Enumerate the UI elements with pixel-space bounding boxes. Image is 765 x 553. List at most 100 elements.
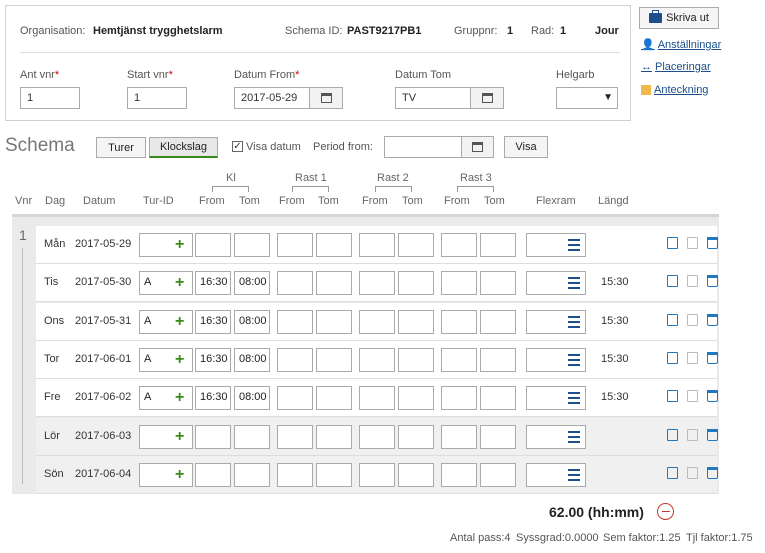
- tur-id-input[interactable]: A: [139, 309, 193, 334]
- rast3-tom-input[interactable]: [480, 462, 516, 487]
- copy-icon[interactable]: [667, 351, 678, 364]
- copy-icon[interactable]: [667, 275, 678, 288]
- plus-icon[interactable]: +: [175, 428, 184, 445]
- rast1-tom-input[interactable]: [316, 462, 352, 487]
- rast2-tom-input[interactable]: [398, 271, 434, 296]
- plus-icon[interactable]: +: [175, 275, 184, 291]
- rast2-from-input[interactable]: [359, 424, 395, 449]
- kl-from-input[interactable]: [195, 233, 231, 257]
- rast1-from-input[interactable]: [277, 462, 313, 487]
- rast2-from-input[interactable]: [359, 386, 395, 411]
- start-vnr-input[interactable]: 1: [127, 87, 187, 109]
- menu-icon[interactable]: [568, 430, 580, 443]
- datum-tom-calendar-button[interactable]: [470, 87, 504, 109]
- rast2-from-input[interactable]: [359, 347, 395, 372]
- menu-icon[interactable]: [568, 353, 580, 366]
- trash-icon[interactable]: [707, 428, 718, 441]
- plus-icon[interactable]: +: [175, 390, 184, 406]
- print-button[interactable]: Skriva ut: [639, 7, 719, 29]
- rast1-from-input[interactable]: [277, 271, 313, 296]
- rast1-tom-input[interactable]: [316, 424, 352, 449]
- rast3-from-input[interactable]: [441, 233, 477, 257]
- rast2-tom-input[interactable]: [398, 309, 434, 334]
- trash-icon[interactable]: [707, 351, 718, 364]
- paste-icon[interactable]: [687, 466, 698, 479]
- plus-icon[interactable]: +: [175, 466, 184, 483]
- rast3-tom-input[interactable]: [480, 424, 516, 449]
- rast2-from-input[interactable]: [359, 271, 395, 296]
- period-from-calendar-button[interactable]: [461, 136, 494, 158]
- turer-button[interactable]: Turer: [96, 137, 146, 158]
- datum-from-calendar-button[interactable]: [309, 87, 343, 109]
- rast3-tom-input[interactable]: [480, 233, 516, 257]
- paste-icon[interactable]: [687, 428, 698, 441]
- trash-icon[interactable]: [707, 275, 718, 288]
- visa-button[interactable]: Visa: [504, 136, 548, 158]
- visa-datum-checkbox[interactable]: ✓: [232, 141, 243, 152]
- paste-icon[interactable]: [687, 237, 698, 249]
- rast1-from-input[interactable]: [277, 386, 313, 411]
- placeringar-link[interactable]: ↔ Placeringar: [641, 61, 711, 73]
- rast2-tom-input[interactable]: [398, 233, 434, 257]
- tur-id-input[interactable]: [139, 424, 193, 449]
- tur-id-input[interactable]: A: [139, 347, 193, 372]
- anstallningar-link[interactable]: 👤 Anställningar: [641, 38, 721, 52]
- paste-icon[interactable]: [687, 351, 698, 364]
- trash-icon[interactable]: [707, 313, 718, 326]
- rast3-from-input[interactable]: [441, 462, 477, 487]
- rast3-from-input[interactable]: [441, 386, 477, 411]
- kl-from-input[interactable]: 16:30: [195, 309, 231, 334]
- klockslag-button[interactable]: Klockslag: [149, 137, 218, 158]
- rast3-tom-input[interactable]: [480, 347, 516, 372]
- kl-tom-input[interactable]: [234, 233, 270, 257]
- rast1-tom-input[interactable]: [316, 271, 352, 296]
- copy-icon[interactable]: [667, 237, 678, 249]
- datum-from-input[interactable]: 2017-05-29: [234, 87, 310, 109]
- rast2-tom-input[interactable]: [398, 424, 434, 449]
- ant-vnr-input[interactable]: 1: [20, 87, 80, 109]
- menu-icon[interactable]: [568, 392, 580, 405]
- plus-icon[interactable]: +: [175, 313, 184, 330]
- plus-icon[interactable]: +: [175, 351, 184, 368]
- kl-tom-input[interactable]: 08:00: [234, 309, 270, 334]
- kl-from-input[interactable]: 16:30: [195, 386, 231, 411]
- rast1-tom-input[interactable]: [316, 309, 352, 334]
- kl-tom-input[interactable]: 08:00: [234, 386, 270, 411]
- minus-circle-icon[interactable]: [657, 503, 674, 520]
- menu-icon[interactable]: [568, 239, 580, 251]
- rast3-from-input[interactable]: [441, 347, 477, 372]
- rast1-tom-input[interactable]: [316, 233, 352, 257]
- kl-from-input[interactable]: [195, 462, 231, 487]
- rast2-tom-input[interactable]: [398, 462, 434, 487]
- copy-icon[interactable]: [667, 428, 678, 441]
- tur-id-input[interactable]: [139, 233, 193, 257]
- tur-id-input[interactable]: A: [139, 271, 193, 296]
- rast3-from-input[interactable]: [441, 309, 477, 334]
- rast2-from-input[interactable]: [359, 462, 395, 487]
- rast1-from-input[interactable]: [277, 233, 313, 257]
- tur-id-input[interactable]: [139, 462, 193, 487]
- rast3-tom-input[interactable]: [480, 386, 516, 411]
- paste-icon[interactable]: [687, 313, 698, 326]
- rast3-tom-input[interactable]: [480, 309, 516, 334]
- datum-tom-input[interactable]: TV: [395, 87, 471, 109]
- menu-icon[interactable]: [568, 315, 580, 328]
- rast1-tom-input[interactable]: [316, 347, 352, 372]
- kl-tom-input[interactable]: 08:00: [234, 347, 270, 372]
- kl-from-input[interactable]: [195, 424, 231, 449]
- rast3-from-input[interactable]: [441, 424, 477, 449]
- paste-icon[interactable]: [687, 390, 698, 403]
- anteckning-link[interactable]: Anteckning: [641, 84, 708, 96]
- rast2-tom-input[interactable]: [398, 347, 434, 372]
- rast1-from-input[interactable]: [277, 309, 313, 334]
- rast1-from-input[interactable]: [277, 424, 313, 449]
- copy-icon[interactable]: [667, 466, 678, 479]
- rast2-from-input[interactable]: [359, 233, 395, 257]
- period-from-input[interactable]: [384, 136, 462, 158]
- helgarb-select[interactable]: ▼: [556, 87, 618, 109]
- menu-icon[interactable]: [568, 468, 580, 481]
- rast3-from-input[interactable]: [441, 271, 477, 296]
- kl-tom-input[interactable]: 08:00: [234, 271, 270, 296]
- kl-from-input[interactable]: 16:30: [195, 271, 231, 296]
- rast1-from-input[interactable]: [277, 347, 313, 372]
